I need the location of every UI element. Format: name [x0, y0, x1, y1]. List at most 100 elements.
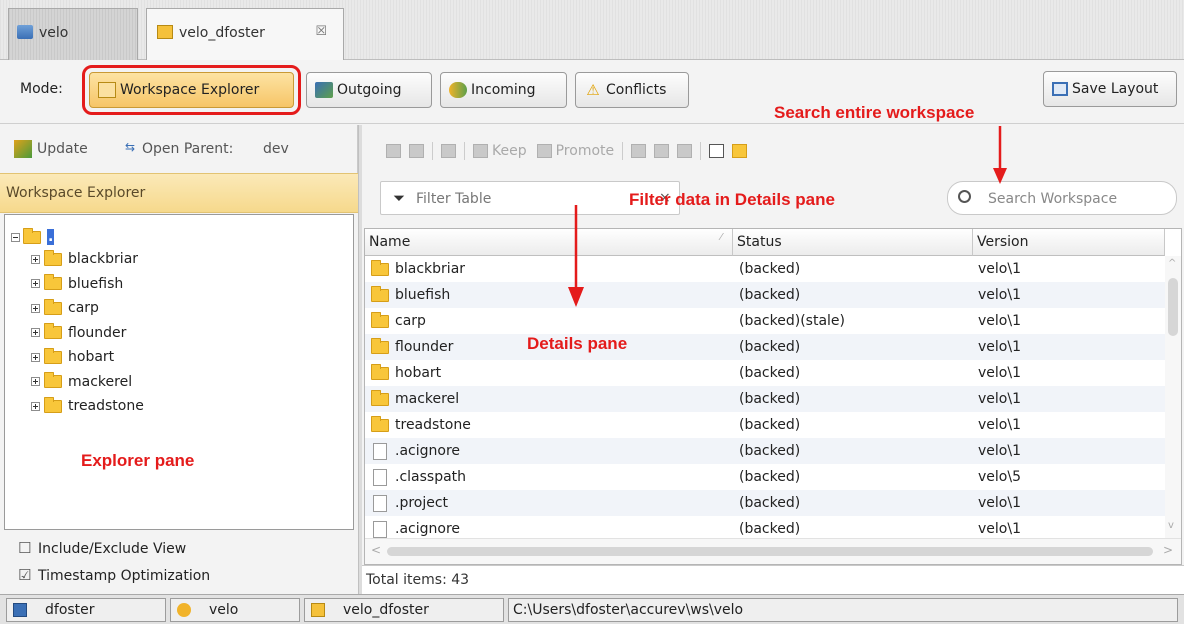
conflicts-button[interactable]: ⚠ Conflicts: [575, 72, 689, 108]
incoming-icon: [449, 82, 467, 98]
tree-item[interactable]: mackerel: [31, 370, 132, 394]
cell-name: .classpath: [395, 469, 467, 485]
scroll-left-icon[interactable]: <: [371, 543, 381, 557]
column-header-version[interactable]: Version: [973, 229, 1165, 256]
column-header-name[interactable]: Name ⁄: [365, 229, 733, 256]
tree-item-label: carp: [68, 300, 99, 316]
details-table[interactable]: Name ⁄ Status Version blackbriar (backed)…: [364, 228, 1182, 565]
tab-velo-dfoster[interactable]: velo_dfoster ☒: [146, 8, 344, 60]
expand-icon[interactable]: [31, 401, 40, 411]
folder-icon: [44, 298, 62, 315]
outgoing-icon: [315, 82, 333, 98]
open-folder-icon[interactable]: [386, 144, 401, 158]
history-icon[interactable]: [677, 144, 693, 158]
tree-item[interactable]: blackbriar: [31, 247, 138, 271]
expand-icon[interactable]: [31, 254, 40, 264]
collapse-icon[interactable]: [11, 232, 20, 242]
timestamp-checkbox[interactable]: ☑: [18, 566, 31, 584]
cell-status: (backed): [739, 339, 801, 355]
scroll-down-icon[interactable]: v: [1168, 520, 1174, 531]
tree-item[interactable]: bluefish: [31, 272, 123, 296]
table-row[interactable]: carp (backed)(stale) velo\1: [365, 308, 1165, 334]
scroll-thumb-horizontal[interactable]: [387, 547, 1153, 556]
scroll-up-icon[interactable]: ^: [1168, 258, 1176, 269]
save-layout-button[interactable]: Save Layout: [1043, 71, 1177, 107]
tree-item-label: hobart: [68, 349, 115, 365]
expand-icon[interactable]: [31, 279, 40, 288]
folder-icon[interactable]: [409, 144, 424, 158]
update-button[interactable]: Update: [37, 141, 88, 157]
tree-item[interactable]: treadstone: [31, 394, 144, 418]
filter-icon: ⏷: [393, 189, 406, 207]
expand-icon[interactable]: [31, 352, 40, 362]
details-toolbar: Keep Promote: [362, 125, 1184, 173]
folder-icon: [371, 259, 389, 276]
cell-status: (backed): [739, 365, 801, 381]
table-row[interactable]: blackbriar (backed) velo\1: [365, 256, 1165, 282]
mode-bar: Mode: Workspace Explorer Outgoing Incomi…: [0, 60, 1184, 124]
new-file-icon[interactable]: [709, 144, 725, 158]
status-user: dfoster: [6, 598, 166, 622]
expand-icon[interactable]: [31, 328, 40, 337]
tree-item[interactable]: hobart: [31, 345, 114, 369]
cell-status: (backed)(stale): [739, 313, 845, 329]
vertical-scrollbar[interactable]: ^ v: [1165, 256, 1181, 538]
scroll-right-icon[interactable]: >: [1163, 543, 1173, 557]
folder-icon: [44, 372, 62, 388]
cell-version: velo\1: [978, 313, 1021, 329]
cell-name: bluefish: [395, 287, 451, 303]
table-row[interactable]: hobart (backed) velo\1: [365, 360, 1165, 386]
workspace-explorer-button[interactable]: Workspace Explorer: [89, 72, 294, 108]
table-row[interactable]: bluefish (backed) velo\1: [365, 282, 1165, 308]
tab-close-icon[interactable]: ☒: [315, 24, 327, 39]
open-parent-button[interactable]: Open Parent:: [142, 141, 233, 157]
user-icon: [13, 603, 27, 617]
new-folder-icon[interactable]: [732, 144, 748, 158]
tree-item-label: flounder: [68, 324, 127, 341]
tree-root[interactable]: .: [11, 225, 55, 249]
table-row[interactable]: .acignore (backed) velo\1: [365, 516, 1165, 538]
folder-icon: [371, 337, 389, 354]
expand-icon[interactable]: [31, 377, 40, 386]
status-workspace-label: velo_dfoster: [343, 602, 429, 618]
tree-item[interactable]: carp: [31, 296, 99, 320]
tab-bar: velo velo_dfoster ☒: [0, 0, 1184, 60]
search-workspace-input[interactable]: Search Workspace: [947, 181, 1177, 215]
edit-icon[interactable]: [441, 144, 456, 158]
table-row[interactable]: mackerel (backed) velo\1: [365, 386, 1165, 412]
copy-icon[interactable]: [654, 144, 670, 158]
explorer-tree[interactable]: . blackbriar bluefish carp flounder hobart ma…: [4, 214, 354, 530]
scroll-thumb[interactable]: [1168, 278, 1178, 336]
table-row[interactable]: .acignore (backed) velo\1: [365, 438, 1165, 464]
outgoing-button[interactable]: Outgoing: [306, 72, 432, 108]
file-icon: [373, 520, 387, 538]
folder-icon: [371, 389, 389, 406]
horizontal-scrollbar[interactable]: < >: [365, 538, 1181, 564]
keep-button[interactable]: Keep: [492, 143, 527, 159]
table-row[interactable]: .classpath (backed) velo\5: [365, 464, 1165, 490]
search-placeholder: Search Workspace: [988, 191, 1118, 207]
file-icon[interactable]: [631, 144, 647, 158]
save-layout-icon: [1052, 82, 1068, 96]
status-workspace: velo_dfoster: [304, 598, 504, 622]
include-exclude-checkbox[interactable]: ☐: [18, 539, 31, 557]
cell-name: .acignore: [395, 443, 461, 459]
expand-icon[interactable]: [31, 303, 40, 313]
update-icon[interactable]: [14, 140, 32, 158]
table-row[interactable]: .project (backed) velo\1: [365, 490, 1165, 516]
explorer-toolbar: Update ⇆ Open Parent: dev: [0, 125, 358, 173]
incoming-button[interactable]: Incoming: [440, 72, 567, 108]
file-icon: [373, 442, 387, 460]
timestamp-label: Timestamp Optimization: [38, 568, 211, 584]
cell-status: (backed): [739, 443, 801, 459]
folder-open-icon: [23, 227, 41, 244]
table-row[interactable]: treadstone (backed) velo\1: [365, 412, 1165, 438]
promote-button[interactable]: Promote: [556, 143, 615, 159]
tree-item[interactable]: flounder: [31, 321, 126, 345]
table-row[interactable]: flounder (backed) velo\1: [365, 334, 1165, 360]
tab-velo[interactable]: velo: [8, 8, 138, 60]
status-path-label: C:\Users\dfoster\accurev\ws\velo: [513, 602, 744, 618]
column-header-status[interactable]: Status: [733, 229, 973, 256]
cell-name: treadstone: [395, 417, 471, 433]
status-path: C:\Users\dfoster\accurev\ws\velo: [508, 598, 1178, 622]
